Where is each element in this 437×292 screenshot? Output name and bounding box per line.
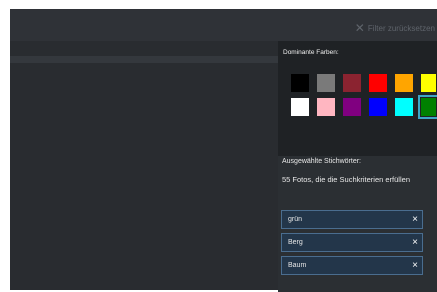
color-swatch-gray[interactable] (317, 74, 335, 92)
color-swatch-white[interactable] (291, 98, 309, 116)
keyword-chip[interactable]: grün × (281, 210, 423, 229)
color-swatch-yellow[interactable] (421, 74, 436, 92)
color-swatch-darkred[interactable] (343, 74, 361, 92)
color-swatch-black[interactable] (291, 74, 309, 92)
dominant-colors-title: Dominante Farben: (283, 49, 339, 56)
color-swatch-red[interactable] (369, 74, 387, 92)
reset-filter-button[interactable]: ✕ Filter zurücksetzen (354, 21, 435, 35)
content-divider-strip (10, 56, 278, 63)
remove-keyword-icon[interactable]: × (412, 214, 418, 225)
color-swatch-blue[interactable] (369, 98, 387, 116)
color-swatch-orange[interactable] (395, 74, 413, 92)
keyword-chip[interactable]: Berg × (281, 233, 423, 252)
top-toolbar: ✕ Filter zurücksetzen (10, 9, 437, 41)
keyword-chip[interactable]: Baum × (281, 256, 423, 275)
remove-keyword-icon[interactable]: × (412, 260, 418, 271)
close-icon: ✕ (354, 21, 365, 35)
color-swatch-green[interactable] (418, 95, 437, 119)
keyword-label: grün (288, 216, 303, 223)
color-swatch-purple[interactable] (343, 98, 361, 116)
keywords-title: Ausgewählte Stichwörter: (282, 158, 361, 165)
color-swatch-pink[interactable] (317, 98, 335, 116)
reset-filter-label: Filter zurücksetzen (367, 23, 435, 33)
color-swatch-cyan[interactable] (395, 98, 413, 116)
remove-keyword-icon[interactable]: × (412, 237, 418, 248)
result-count-text: 55 Fotos, die die Suchkriterien erfüllen (282, 175, 410, 184)
keyword-label: Baum (288, 262, 307, 269)
keyword-label: Berg (288, 239, 303, 246)
